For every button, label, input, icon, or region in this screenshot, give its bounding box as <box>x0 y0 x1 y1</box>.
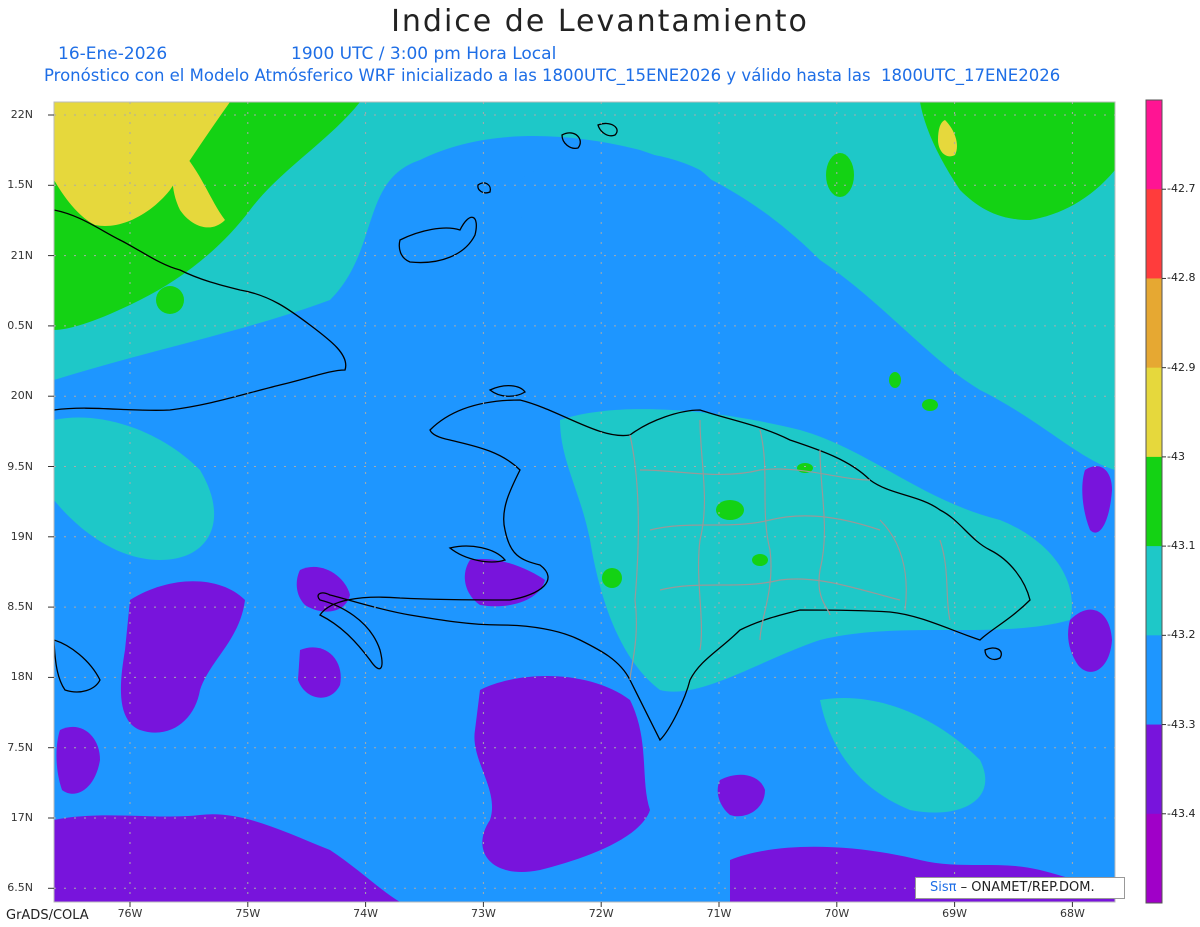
field-green-speck <box>752 554 768 566</box>
field-green-speck <box>826 153 854 197</box>
colorbar-swatch <box>1146 635 1162 726</box>
field-green-speck <box>716 500 744 520</box>
colorbar <box>1145 99 1166 904</box>
lon-label: 73W <box>470 907 496 920</box>
lon-label: 74W <box>353 907 379 920</box>
field-green-speck <box>602 568 622 588</box>
colorbar-swatch <box>1146 546 1162 636</box>
lat-label: 21N <box>10 248 33 262</box>
lat-label: 20N <box>10 389 33 403</box>
lon-label: 76W <box>117 907 143 920</box>
lat-label: 9.5N <box>7 459 33 473</box>
lat-label: 8.5N <box>7 600 33 614</box>
lat-label: 6.5N <box>7 881 33 895</box>
colorbar-swatch <box>1146 456 1162 547</box>
model-info: Pronóstico con el Modelo Atmósferico WRF… <box>44 66 1061 85</box>
lat-label: 1.5N <box>7 178 33 192</box>
map-title: Indice de Levantamiento <box>391 4 809 39</box>
lat-label: 18N <box>10 670 33 684</box>
colorbar-swatch <box>1146 367 1162 458</box>
colorbar-swatch <box>1146 724 1162 815</box>
lon-label: 75W <box>235 907 261 920</box>
forecast-time: 1900 UTC / 3:00 pm Hora Local <box>291 44 557 64</box>
forecast-date: 16-Ene-2026 <box>58 44 168 64</box>
colorbar-label: -42.7 <box>1167 182 1196 196</box>
field-green-speck <box>156 286 184 314</box>
sispi-logo: Sisπ <box>930 880 957 895</box>
lifted-index-map <box>48 99 1166 907</box>
lon-label: 70W <box>824 907 850 920</box>
lon-label: 68W <box>1059 907 1085 920</box>
grads-footer: GrADS/COLA <box>6 908 89 923</box>
colorbar-label: -43.3 <box>1167 717 1196 731</box>
colorbar-label: -42.9 <box>1167 360 1196 374</box>
credit-text: – ONAMET/REP.DOM. <box>956 880 1095 895</box>
field-green-speck <box>922 399 938 411</box>
lat-label: 0.5N <box>7 318 33 332</box>
lat-label: 17N <box>10 811 33 824</box>
lon-label: 72W <box>588 907 614 920</box>
colorbar-label: -43.4 <box>1167 806 1196 820</box>
lat-label: 22N <box>10 108 33 121</box>
lat-label: 19N <box>10 529 33 543</box>
credit-box: Sisπ – ONAMET/REP.DOM. <box>915 877 1125 899</box>
colorbar-swatch <box>1146 100 1162 190</box>
colorbar-swatch <box>1146 278 1162 369</box>
field-green-speck <box>889 372 901 388</box>
colorbar-swatch <box>1146 813 1162 904</box>
lat-label: 7.5N <box>7 740 33 754</box>
colorbar-label: -43.1 <box>1167 539 1196 553</box>
colorbar-label: -42.8 <box>1167 271 1196 285</box>
colorbar-swatch <box>1146 189 1162 279</box>
colorbar-label: -43 <box>1167 449 1185 463</box>
colorbar-label: -43.2 <box>1167 628 1196 642</box>
lon-label: 69W <box>942 907 968 920</box>
lon-label: 71W <box>706 907 732 920</box>
